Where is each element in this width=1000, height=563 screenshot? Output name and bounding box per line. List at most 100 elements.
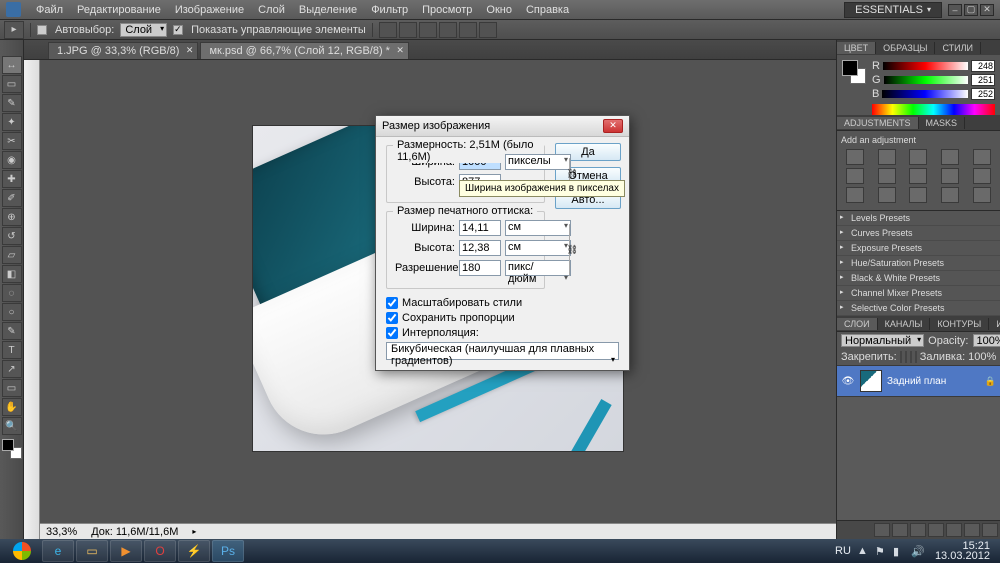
lock-pixels-icon[interactable] [905, 351, 907, 363]
constrain-proportions-checkbox[interactable] [386, 312, 398, 324]
network-icon[interactable]: ▮ [893, 545, 905, 557]
menu-help[interactable]: Справка [519, 4, 576, 16]
dialog-close-button[interactable]: ✕ [603, 119, 623, 133]
dialog-titlebar[interactable]: Размер изображения ✕ [376, 116, 629, 137]
task-explorer[interactable]: ▭ [76, 540, 108, 562]
menu-filter[interactable]: Фильтр [364, 4, 415, 16]
crop-tool[interactable]: ✂ [2, 132, 22, 150]
blur-tool[interactable]: ◌ [2, 284, 22, 302]
ruler-vertical[interactable] [24, 54, 40, 539]
window-close[interactable]: ✕ [980, 4, 994, 16]
heal-tool[interactable]: ✚ [2, 170, 22, 188]
visibility-icon[interactable]: 👁 [841, 374, 855, 388]
color-swatches[interactable] [2, 439, 22, 459]
layer-row[interactable]: 👁 Задний план 🔒 [837, 366, 1000, 397]
volume-icon[interactable]: 🔊 [911, 545, 923, 557]
menu-image[interactable]: Изображение [168, 4, 251, 16]
layer-name[interactable]: Задний план [887, 376, 980, 387]
eraser-tool[interactable]: ▱ [2, 246, 22, 264]
adjustment-layer-icon[interactable] [928, 523, 944, 537]
brush-tool[interactable]: ✐ [2, 189, 22, 207]
preset-item[interactable]: Selective Color Presets [837, 301, 1000, 316]
task-opera[interactable]: O [144, 540, 176, 562]
slider-g[interactable] [884, 76, 968, 84]
adj-selective-icon[interactable] [973, 187, 991, 203]
delete-layer-icon[interactable] [982, 523, 998, 537]
align-icon[interactable] [479, 22, 497, 38]
start-button[interactable] [4, 540, 40, 562]
menu-select[interactable]: Выделение [292, 4, 364, 16]
tab-channels[interactable]: КАНАЛЫ [878, 318, 931, 330]
window-minimize[interactable]: – [948, 4, 962, 16]
document-tab[interactable]: мк.psd @ 66,7% (Слой 12, RGB/8) *✕ [200, 42, 409, 59]
close-icon[interactable]: ✕ [186, 45, 194, 56]
print-width-input[interactable] [459, 220, 501, 236]
value-g[interactable] [971, 74, 995, 86]
menu-window[interactable]: Окно [479, 4, 519, 16]
wand-tool[interactable]: ✦ [2, 113, 22, 131]
type-tool[interactable]: T [2, 341, 22, 359]
pen-tool[interactable]: ✎ [2, 322, 22, 340]
task-wmp[interactable]: ▶ [110, 540, 142, 562]
tab-styles[interactable]: СТИЛИ [935, 42, 981, 54]
scale-styles-checkbox[interactable] [386, 297, 398, 309]
value-r[interactable] [971, 60, 995, 72]
value-b[interactable] [971, 88, 995, 100]
lock-transparent-icon[interactable] [900, 351, 902, 363]
path-tool[interactable]: ↗ [2, 360, 22, 378]
resolution-input[interactable] [459, 260, 501, 276]
tab-masks[interactable]: MASKS [919, 117, 966, 129]
adj-vibrance-icon[interactable] [973, 149, 991, 165]
adj-hue-icon[interactable] [846, 168, 864, 184]
close-icon[interactable]: ✕ [396, 45, 404, 56]
slider-b[interactable] [882, 90, 968, 98]
menu-edit[interactable]: Редактирование [70, 4, 168, 16]
align-icon[interactable] [399, 22, 417, 38]
adj-curves-icon[interactable] [909, 149, 927, 165]
menu-file[interactable]: Файл [29, 4, 70, 16]
color-picker-swatches[interactable] [842, 60, 866, 84]
lasso-tool[interactable]: ✎ [2, 94, 22, 112]
preset-item[interactable]: Hue/Saturation Presets [837, 256, 1000, 271]
workspace-switcher[interactable]: ESSENTIALS▾ [844, 2, 942, 18]
language-indicator[interactable]: RU [835, 545, 851, 557]
move-tool[interactable]: ↔ [2, 56, 22, 74]
align-icon[interactable] [459, 22, 477, 38]
new-layer-icon[interactable] [964, 523, 980, 537]
print-width-unit[interactable]: см [505, 220, 571, 236]
lock-position-icon[interactable] [910, 351, 912, 363]
preset-item[interactable]: Exposure Presets [837, 241, 1000, 256]
adj-exposure-icon[interactable] [941, 149, 959, 165]
adj-bw-icon[interactable] [909, 168, 927, 184]
print-height-unit[interactable]: см [505, 240, 571, 256]
lock-all-icon[interactable] [915, 351, 917, 363]
hand-tool[interactable]: ✋ [2, 398, 22, 416]
print-height-input[interactable] [459, 240, 501, 256]
align-icon[interactable] [379, 22, 397, 38]
resample-checkbox[interactable] [386, 327, 398, 339]
resolution-unit[interactable]: пикс/дюйм [505, 260, 571, 276]
layer-thumbnail[interactable] [860, 370, 882, 392]
tab-adjustments[interactable]: ADJUSTMENTS [837, 117, 919, 129]
flag-icon[interactable]: ⚑ [875, 545, 887, 557]
task-winamp[interactable]: ⚡ [178, 540, 210, 562]
adj-channel-mixer-icon[interactable] [973, 168, 991, 184]
zoom-tool[interactable]: 🔍 [2, 417, 22, 435]
tray-icon[interactable]: ▲ [857, 545, 869, 557]
shape-tool[interactable]: ▭ [2, 379, 22, 397]
preset-item[interactable]: Channel Mixer Presets [837, 286, 1000, 301]
tab-swatches[interactable]: ОБРАЗЦЫ [876, 42, 935, 54]
eyedropper-tool[interactable]: ◉ [2, 151, 22, 169]
menu-view[interactable]: Просмотр [415, 4, 479, 16]
adj-brightness-icon[interactable] [846, 149, 864, 165]
link-layers-icon[interactable] [874, 523, 890, 537]
preset-item[interactable]: Black & White Presets [837, 271, 1000, 286]
align-icon[interactable] [419, 22, 437, 38]
autoselect-target[interactable]: Слой [120, 23, 167, 37]
zoom-level[interactable]: 33,3% [46, 526, 77, 538]
blend-mode-select[interactable]: Нормальный [841, 334, 924, 347]
layer-fx-icon[interactable] [892, 523, 908, 537]
resample-method-select[interactable]: Бикубическая (наилучшая для плавных град… [386, 342, 619, 360]
preset-item[interactable]: Levels Presets [837, 211, 1000, 226]
slider-r[interactable] [883, 62, 968, 70]
